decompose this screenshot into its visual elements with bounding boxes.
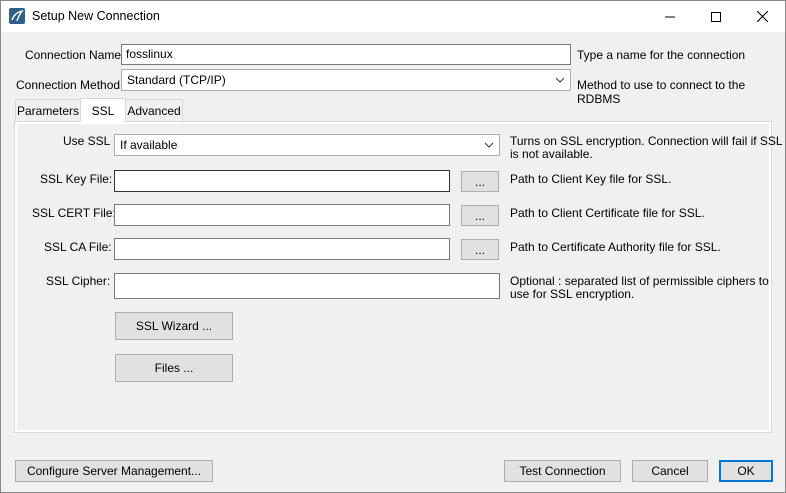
use-ssl-label: Use SSL xyxy=(63,134,111,148)
ssl-key-file-label: SSL Key File: xyxy=(40,172,113,186)
title-bar[interactable]: Setup New Connection xyxy=(1,1,785,32)
ssl-cipher-hint-line1: Optional : separated list of permissible… xyxy=(510,274,769,288)
configure-server-management-button[interactable]: Configure Server Management... xyxy=(15,460,213,482)
connection-method-label: Connection Method: xyxy=(16,78,124,92)
connection-name-hint: Type a name for the connection xyxy=(577,48,746,62)
maximize-button[interactable] xyxy=(693,1,739,32)
connection-method-select[interactable]: Standard (TCP/IP) xyxy=(121,69,571,91)
window-title: Setup New Connection xyxy=(32,9,160,23)
tab-ssl[interactable]: SSL xyxy=(80,98,126,122)
ssl-cert-file-hint: Path to Client Certificate file for SSL. xyxy=(510,206,705,220)
tab-advanced[interactable]: Advanced xyxy=(125,99,183,121)
tab-parameters[interactable]: Parameters xyxy=(15,99,81,121)
use-ssl-value: If available xyxy=(120,138,178,152)
close-icon xyxy=(756,11,768,22)
ssl-ca-file-input[interactable] xyxy=(114,238,450,260)
cancel-button[interactable]: Cancel xyxy=(632,460,708,482)
connection-name-label: Connection Name: xyxy=(25,48,125,62)
minimize-button[interactable] xyxy=(647,1,693,32)
ok-button[interactable]: OK xyxy=(719,460,773,482)
ssl-cert-file-browse-button[interactable]: ... xyxy=(461,205,499,226)
use-ssl-hint-line2: is not available. xyxy=(510,147,593,161)
use-ssl-hint-line1: Turns on SSL encryption. Connection will… xyxy=(510,134,783,148)
close-button[interactable] xyxy=(739,1,785,32)
use-ssl-select[interactable]: If available xyxy=(114,134,500,156)
ssl-cipher-hint-line2: use for SSL encryption. xyxy=(510,287,635,301)
connection-method-hint: Method to use to connect to the RDBMS xyxy=(577,78,746,106)
ssl-wizard-button[interactable]: SSL Wizard ... xyxy=(115,312,233,340)
ssl-cipher-input[interactable] xyxy=(114,273,500,299)
ssl-ca-file-label: SSL CA File: xyxy=(44,240,112,254)
ssl-key-file-browse-button[interactable]: ... xyxy=(461,171,499,192)
mysql-workbench-icon xyxy=(9,8,25,24)
ssl-cert-file-input[interactable] xyxy=(114,204,450,226)
ssl-key-file-hint: Path to Client Key file for SSL. xyxy=(510,172,672,186)
ssl-cipher-label: SSL Cipher: xyxy=(46,274,111,288)
chevron-down-icon xyxy=(484,142,494,148)
ssl-ca-file-hint: Path to Certificate Authority file for S… xyxy=(510,240,721,254)
maximize-icon xyxy=(711,11,721,22)
ssl-cert-file-label: SSL CERT File: xyxy=(32,206,116,220)
minimize-icon xyxy=(665,16,675,17)
connection-name-input[interactable]: fosslinux xyxy=(121,44,571,65)
test-connection-button[interactable]: Test Connection xyxy=(504,460,621,482)
setup-connection-dialog: Setup New Connection Connection Name: fo… xyxy=(0,0,786,493)
connection-method-value: Standard (TCP/IP) xyxy=(127,73,226,87)
ssl-key-file-input[interactable] xyxy=(114,170,450,192)
ssl-ca-file-browse-button[interactable]: ... xyxy=(461,239,499,260)
files-button[interactable]: Files ... xyxy=(115,354,233,382)
chevron-down-icon xyxy=(555,77,565,83)
